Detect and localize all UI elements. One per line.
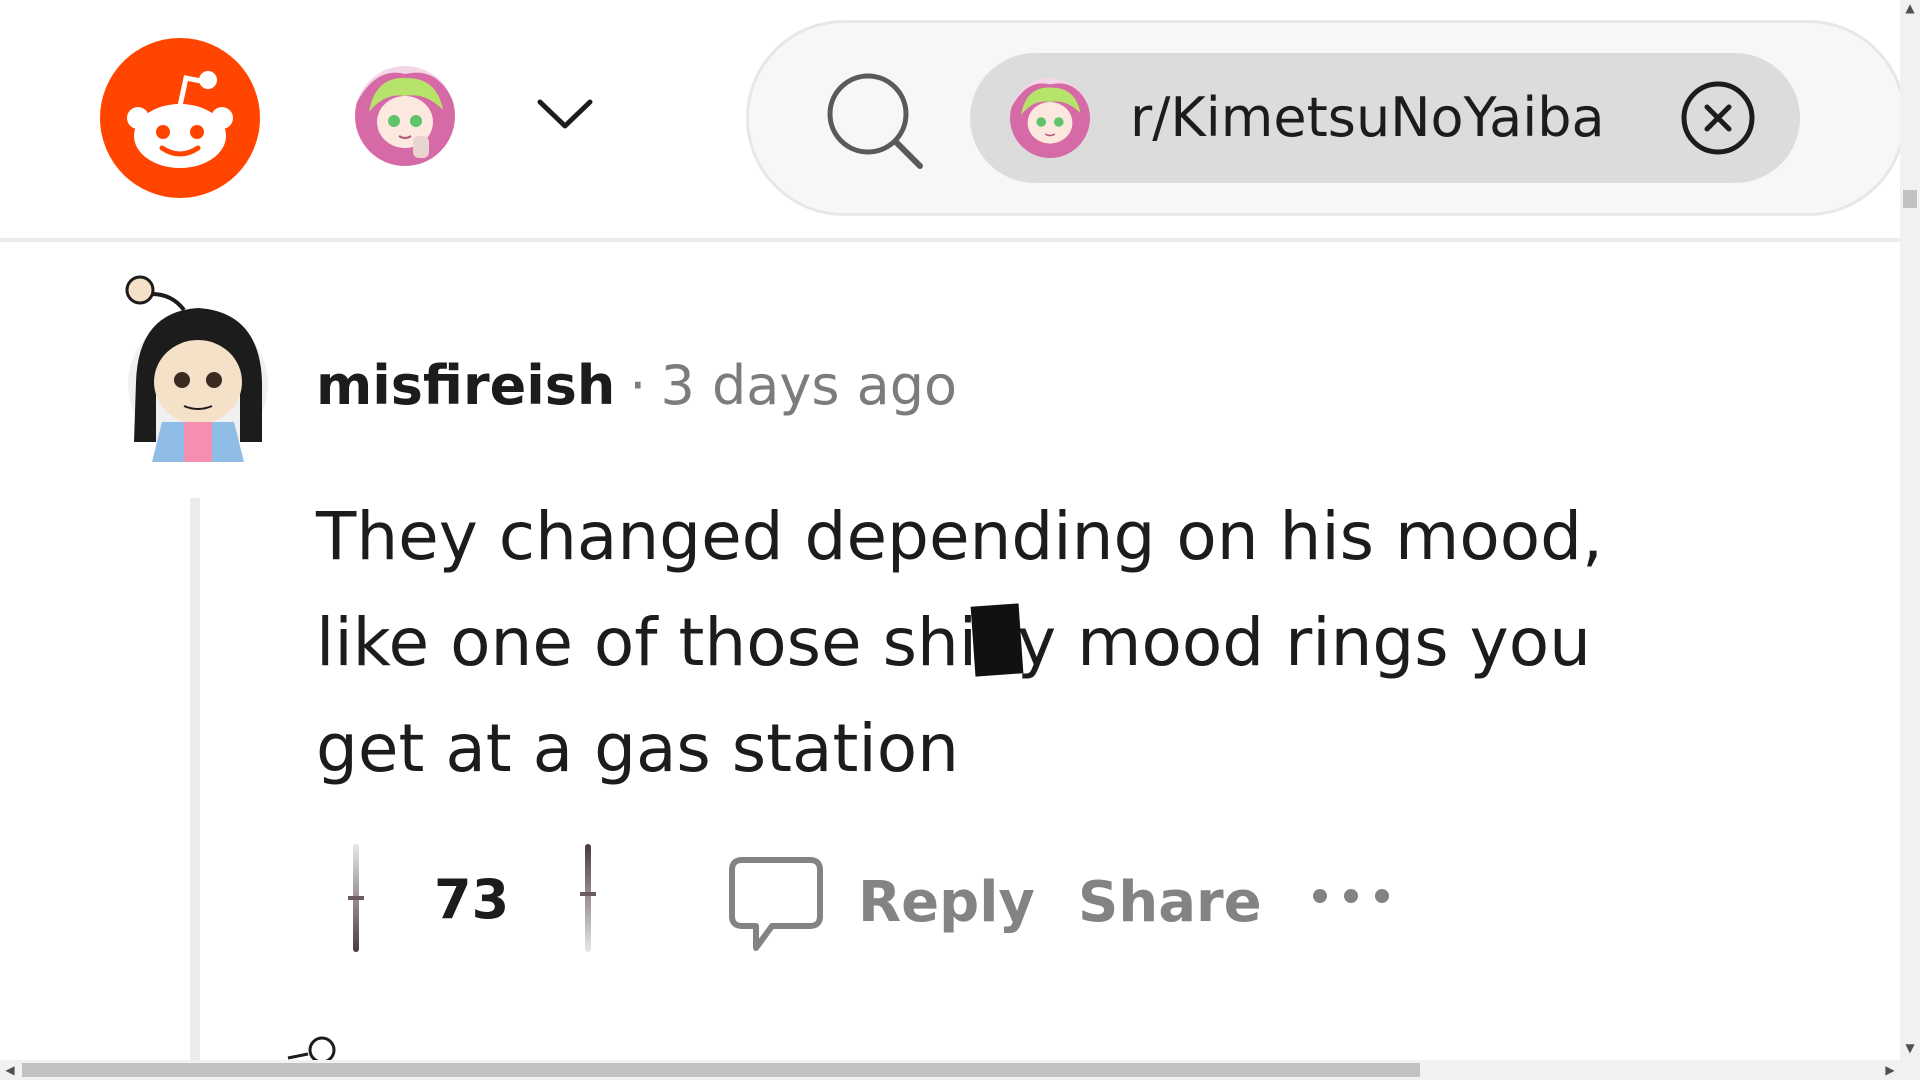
user-avatar-image: [355, 66, 455, 166]
comment-timestamp[interactable]: 3 days ago: [660, 354, 957, 417]
next-comment-avatar-peek: [287, 1036, 336, 1060]
downvote-icon[interactable]: [576, 842, 600, 954]
thread-line[interactable]: [190, 498, 200, 1060]
scroll-down-arrow[interactable]: ▼: [1902, 1040, 1918, 1056]
scroll-up-arrow[interactable]: ▲: [1902, 0, 1918, 16]
subreddit-filter-chip[interactable]: r/KimetsuNoYaiba: [970, 53, 1800, 183]
user-avatar[interactable]: [355, 66, 455, 166]
reply-button[interactable]: Reply: [858, 870, 1035, 935]
subreddit-avatar: [1010, 78, 1090, 158]
upvote-icon[interactable]: [344, 842, 368, 954]
reddit-logo[interactable]: [100, 38, 260, 198]
comment-meta: misfireish · 3 days ago: [316, 354, 957, 424]
subreddit-avatar-image: [1010, 78, 1090, 158]
share-button[interactable]: Share: [1078, 870, 1262, 935]
commenter-avatar[interactable]: [122, 272, 274, 462]
comment-author[interactable]: misfireish: [316, 354, 615, 417]
scroll-right-arrow[interactable]: ▶: [1882, 1062, 1898, 1078]
vote-score: 73: [434, 868, 510, 931]
reddit-snoo-icon: [127, 71, 233, 168]
subreddit-chip-label: r/KimetsuNoYaiba: [1130, 86, 1605, 149]
search-icon[interactable]: [824, 72, 924, 172]
meta-separator: ·: [629, 354, 647, 417]
censor-bar: [970, 603, 1024, 677]
comment-body: They changed depending on his mood, like…: [316, 484, 1616, 802]
vertical-scrollbar[interactable]: ▲ ▼: [1900, 0, 1920, 1060]
horizontal-scrollbar[interactable]: ◀ ▶: [0, 1060, 1920, 1080]
chevron-down-icon[interactable]: [536, 96, 594, 132]
horizontal-scroll-thumb[interactable]: [22, 1063, 1420, 1077]
top-header: r/KimetsuNoYaiba: [0, 0, 1906, 242]
scroll-left-arrow[interactable]: ◀: [2, 1062, 18, 1078]
vertical-scroll-thumb[interactable]: [1903, 190, 1917, 208]
more-horizontal-icon[interactable]: [1310, 884, 1392, 908]
close-circle-icon[interactable]: [1680, 80, 1756, 156]
speech-bubble-icon[interactable]: [728, 856, 824, 954]
